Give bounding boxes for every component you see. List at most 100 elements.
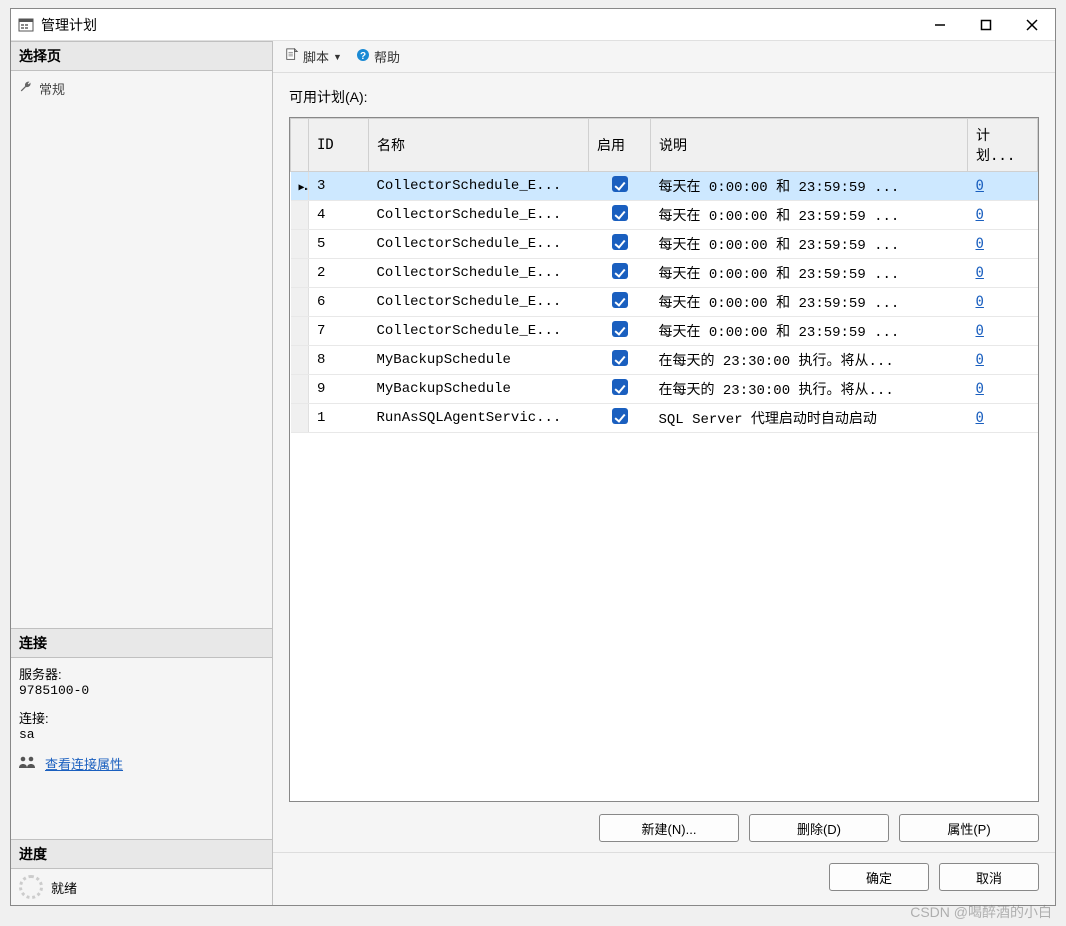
table-row[interactable]: 2CollectorSchedule_E...每天在 0:00:00 和 23:… xyxy=(291,259,1038,288)
cell-enabled[interactable] xyxy=(589,259,651,288)
checkbox-checked-icon[interactable] xyxy=(612,205,628,221)
table-row[interactable]: 7CollectorSchedule_E...每天在 0:00:00 和 23:… xyxy=(291,317,1038,346)
cell-name: CollectorSchedule_E... xyxy=(369,288,589,317)
svg-text:?: ? xyxy=(360,51,366,62)
cell-desc: 每天在 0:00:00 和 23:59:59 ... xyxy=(651,230,968,259)
cell-count[interactable]: 0 xyxy=(968,317,1038,346)
cell-name: RunAsSQLAgentServic... xyxy=(369,404,589,433)
table-row[interactable]: 9MyBackupSchedule在每天的 23:30:00 执行。将从...0 xyxy=(291,375,1038,404)
minimize-button[interactable] xyxy=(917,9,963,41)
chevron-down-icon: ▼ xyxy=(333,52,342,62)
schedules-grid[interactable]: ID 名称 启用 说明 计划... 3CollectorSchedule_E..… xyxy=(289,117,1039,802)
delete-button[interactable]: 删除(D) xyxy=(749,814,889,842)
cell-count[interactable]: 0 xyxy=(968,346,1038,375)
cell-desc: 每天在 0:00:00 和 23:59:59 ... xyxy=(651,201,968,230)
schedule-count-link[interactable]: 0 xyxy=(976,381,984,397)
left-panel: 选择页 常规 连接 服务器: 9785100-0 连接: sa xyxy=(11,41,273,905)
checkbox-checked-icon[interactable] xyxy=(612,176,628,192)
table-row[interactable]: 1RunAsSQLAgentServic...SQL Server 代理启动时自… xyxy=(291,404,1038,433)
cell-enabled[interactable] xyxy=(589,346,651,375)
checkbox-checked-icon[interactable] xyxy=(612,234,628,250)
new-button[interactable]: 新建(N)... xyxy=(599,814,739,842)
table-row[interactable]: 3CollectorSchedule_E...每天在 0:00:00 和 23:… xyxy=(291,172,1038,201)
schedule-count-link[interactable]: 0 xyxy=(976,410,984,426)
cell-name: CollectorSchedule_E... xyxy=(369,201,589,230)
cell-id: 6 xyxy=(309,288,369,317)
checkbox-checked-icon[interactable] xyxy=(612,263,628,279)
close-button[interactable] xyxy=(1009,9,1055,41)
col-header-enabled[interactable]: 启用 xyxy=(589,119,651,172)
right-panel: 脚本 ▼ ? 帮助 可用计划(A): xyxy=(273,41,1055,905)
cell-count[interactable]: 0 xyxy=(968,288,1038,317)
cell-enabled[interactable] xyxy=(589,404,651,433)
connection-icon xyxy=(19,755,37,772)
cell-name: MyBackupSchedule xyxy=(369,346,589,375)
cell-count[interactable]: 0 xyxy=(968,375,1038,404)
table-row[interactable]: 8MyBackupSchedule在每天的 23:30:00 执行。将从...0 xyxy=(291,346,1038,375)
nav-general[interactable]: 常规 xyxy=(19,77,264,100)
script-button[interactable]: 脚本 ▼ xyxy=(281,45,346,68)
cell-desc: 每天在 0:00:00 和 23:59:59 ... xyxy=(651,172,968,201)
col-header-count[interactable]: 计划... xyxy=(968,119,1038,172)
cell-count[interactable]: 0 xyxy=(968,172,1038,201)
window-title: 管理计划 xyxy=(41,15,917,35)
wrench-icon xyxy=(19,80,33,97)
cell-enabled[interactable] xyxy=(589,230,651,259)
cell-desc: 在每天的 23:30:00 执行。将从... xyxy=(651,346,968,375)
cancel-button[interactable]: 取消 xyxy=(939,863,1039,891)
col-header-name[interactable]: 名称 xyxy=(369,119,589,172)
cell-count[interactable]: 0 xyxy=(968,230,1038,259)
ok-button[interactable]: 确定 xyxy=(829,863,929,891)
checkbox-checked-icon[interactable] xyxy=(612,379,628,395)
cell-count[interactable]: 0 xyxy=(968,404,1038,433)
cell-count[interactable]: 0 xyxy=(968,259,1038,288)
help-button[interactable]: ? 帮助 xyxy=(352,45,404,68)
cell-enabled[interactable] xyxy=(589,317,651,346)
schedule-count-link[interactable]: 0 xyxy=(976,294,984,310)
schedule-count-link[interactable]: 0 xyxy=(976,352,984,368)
titlebar[interactable]: 管理计划 xyxy=(11,9,1055,41)
cell-enabled[interactable] xyxy=(589,375,651,404)
table-row[interactable]: 5CollectorSchedule_E...每天在 0:00:00 和 23:… xyxy=(291,230,1038,259)
properties-button[interactable]: 属性(P) xyxy=(899,814,1039,842)
progress-status: 就绪 xyxy=(51,878,77,897)
schedule-count-link[interactable]: 0 xyxy=(976,178,984,194)
schedule-count-link[interactable]: 0 xyxy=(976,207,984,223)
table-row[interactable]: 6CollectorSchedule_E...每天在 0:00:00 和 23:… xyxy=(291,288,1038,317)
help-label: 帮助 xyxy=(374,47,400,66)
cell-id: 1 xyxy=(309,404,369,433)
row-indicator xyxy=(291,346,309,375)
progress-spinner-icon xyxy=(19,875,43,899)
cell-id: 5 xyxy=(309,230,369,259)
col-header-id[interactable]: ID xyxy=(309,119,369,172)
server-label: 服务器: xyxy=(19,664,264,683)
col-header-desc[interactable]: 说明 xyxy=(651,119,968,172)
checkbox-checked-icon[interactable] xyxy=(612,321,628,337)
maximize-button[interactable] xyxy=(963,9,1009,41)
cell-desc: 每天在 0:00:00 和 23:59:59 ... xyxy=(651,317,968,346)
cell-name: MyBackupSchedule xyxy=(369,375,589,404)
schedule-count-link[interactable]: 0 xyxy=(976,236,984,252)
app-icon xyxy=(17,16,35,34)
checkbox-checked-icon[interactable] xyxy=(612,350,628,366)
progress-header: 进度 xyxy=(11,839,272,869)
cell-count[interactable]: 0 xyxy=(968,201,1038,230)
row-indicator xyxy=(291,259,309,288)
connection-info: 服务器: 9785100-0 连接: sa xyxy=(11,658,272,748)
toolbar: 脚本 ▼ ? 帮助 xyxy=(273,41,1055,73)
view-connection-props-link[interactable]: 查看连接属性 xyxy=(45,754,123,773)
checkbox-checked-icon[interactable] xyxy=(612,408,628,424)
cell-enabled[interactable] xyxy=(589,201,651,230)
dialog-manage-schedules: 管理计划 选择页 常规 连接 服务器: 9785100-0 连接: xyxy=(10,8,1056,906)
cell-enabled[interactable] xyxy=(589,288,651,317)
checkbox-checked-icon[interactable] xyxy=(612,292,628,308)
row-indicator xyxy=(291,288,309,317)
row-indicator xyxy=(291,317,309,346)
table-row[interactable]: 4CollectorSchedule_E...每天在 0:00:00 和 23:… xyxy=(291,201,1038,230)
row-indicator xyxy=(291,375,309,404)
schedule-count-link[interactable]: 0 xyxy=(976,265,984,281)
nav-general-label: 常规 xyxy=(39,79,65,98)
cell-enabled[interactable] xyxy=(589,172,651,201)
progress-row: 就绪 xyxy=(11,869,272,905)
schedule-count-link[interactable]: 0 xyxy=(976,323,984,339)
